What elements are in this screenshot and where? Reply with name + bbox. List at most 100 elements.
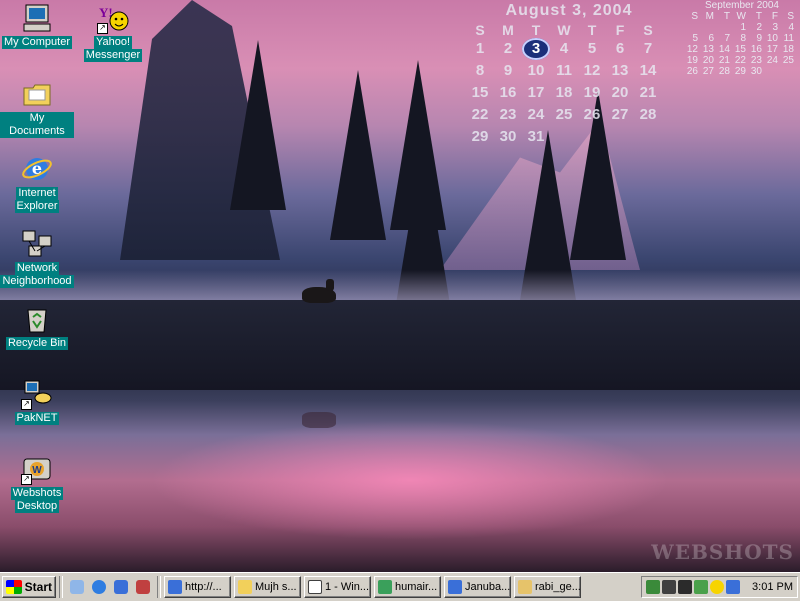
calendar-day: 13 <box>611 62 629 79</box>
desktop-icon-my-documents[interactable]: My Documents <box>0 78 74 138</box>
outlook-icon <box>114 580 128 594</box>
calendar-day: 7 <box>724 33 730 44</box>
calendar-day: 11 <box>783 33 794 44</box>
calendar-day <box>606 126 634 148</box>
calendar-week: 29 30 31 <box>466 126 672 148</box>
shortcut-arrow-icon: ↗ <box>21 399 32 410</box>
calendar-day: 2 <box>756 22 762 33</box>
desktop-background: WEBSHOTS My Computer My Documents e Inte… <box>0 0 800 572</box>
calendar-september: September 2004 S M T W T F S 1 2 3 4 5 6… <box>684 0 800 77</box>
calendar-week: 8 9 10 11 12 13 14 <box>466 60 672 82</box>
taskbar-button[interactable]: 1 - Win... <box>304 576 371 598</box>
desktop-icon-network-neighborhood[interactable]: Network Neighborhood <box>0 228 74 288</box>
calendar-day: 30 <box>750 66 762 77</box>
calendar-day <box>578 126 606 148</box>
internet-explorer-icon <box>92 580 106 594</box>
quicklaunch-outlook-icon[interactable] <box>111 577 131 597</box>
network-tray-icon[interactable] <box>646 580 661 594</box>
calendar-day: 31 <box>527 128 545 145</box>
calendar-week: 1 2 3 4 5 6 7 <box>466 38 672 60</box>
file-icon <box>518 580 532 594</box>
calendar-day: 23 <box>499 106 517 123</box>
calendar-day: 17 <box>527 84 545 101</box>
calendar-day: 15 <box>734 44 746 55</box>
calendar-day: 4 <box>559 40 569 57</box>
weekday: F <box>771 11 778 22</box>
weekday: W <box>736 11 746 22</box>
quicklaunch-desktop-icon[interactable] <box>67 577 87 597</box>
calendar-day: 27 <box>702 66 714 77</box>
weekday: S <box>787 11 794 22</box>
taskbar-button[interactable]: rabi_ge... <box>514 576 581 598</box>
recycle-bin-icon <box>21 303 53 335</box>
calendar-day: 26 <box>686 66 698 77</box>
taskbar-button-label: Mujh s... <box>255 581 297 593</box>
weekday: M <box>502 22 514 38</box>
calendar-day: 23 <box>750 55 762 66</box>
start-label: Start <box>24 580 52 594</box>
taskbar-separator <box>59 576 63 598</box>
calendar-week: 22 23 24 25 26 27 28 <box>466 104 672 126</box>
monitor-tray-icon[interactable] <box>694 580 709 594</box>
webshots-watermark: WEBSHOTS <box>651 540 794 564</box>
clock[interactable]: 3:01 PM <box>752 581 793 593</box>
taskbar-separator <box>157 576 161 598</box>
dialup-icon: ↗ <box>21 378 53 410</box>
desktop-icon-internet-explorer[interactable]: e Internet Explorer <box>0 153 74 213</box>
weekday: S <box>475 22 485 38</box>
svg-text:W: W <box>32 465 42 476</box>
calendar-day: 16 <box>499 84 517 101</box>
yahoo-smiley-icon[interactable] <box>710 580 725 594</box>
camera-icon[interactable] <box>678 580 693 594</box>
calendar-day: 17 <box>766 44 778 55</box>
calendar-week: 15 16 17 18 19 20 21 <box>466 82 672 104</box>
calendar-day: 5 <box>587 40 597 57</box>
desktop-icon-recycle-bin[interactable]: Recycle Bin <box>0 303 74 350</box>
calendar-week: 1 2 3 4 <box>684 22 800 33</box>
calendar-day: 1 <box>475 40 485 57</box>
calendar-day: 14 <box>639 62 657 79</box>
desktop-icon-my-computer[interactable]: My Computer <box>0 2 74 49</box>
app-icon <box>136 580 150 594</box>
calendar-day: 18 <box>555 84 573 101</box>
desktop-icon-webshots-desktop[interactable]: W ↗ Webshots Desktop <box>0 453 74 513</box>
calendar-day: 11 <box>556 62 572 79</box>
volume-icon[interactable] <box>662 580 677 594</box>
calendar-day: 10 <box>766 33 778 44</box>
desktop-icon-paknet[interactable]: ↗ PakNET <box>0 378 74 425</box>
user-tray-icon[interactable] <box>726 580 741 594</box>
window-icon <box>308 580 322 594</box>
taskbar-button-label: humair... <box>395 581 438 593</box>
calendar-day: 9 <box>503 62 513 79</box>
app-icon <box>378 580 392 594</box>
quicklaunch-app-icon[interactable] <box>133 577 153 597</box>
taskbar-button-label: http://... <box>185 581 222 593</box>
taskbar-button-label: Januba... <box>465 581 511 593</box>
calendar-august: August 3, 2004 S M T W T F S 1 2 3 4 5 6… <box>466 0 672 148</box>
taskbar-button[interactable]: http://... <box>164 576 231 598</box>
calendar-weekdays: S M T W T F S <box>684 11 800 22</box>
calendar-day: 30 <box>499 128 517 145</box>
calendar-day: 4 <box>788 22 794 33</box>
taskbar-button[interactable]: Januba... <box>444 576 511 598</box>
taskbar-button[interactable]: humair... <box>374 576 441 598</box>
calendar-day: 29 <box>734 66 746 77</box>
calendar-day <box>764 66 780 77</box>
quicklaunch-ie-icon[interactable] <box>89 577 109 597</box>
calendar-day: 27 <box>611 106 629 123</box>
start-button[interactable]: Start <box>2 576 56 598</box>
taskbar-button-label: 1 - Win... <box>325 581 370 593</box>
calendar-day <box>716 22 732 33</box>
calendar-day: 20 <box>702 55 714 66</box>
calendar-day: 22 <box>734 55 746 66</box>
taskbar-button[interactable]: Mujh s... <box>234 576 301 598</box>
internet-explorer-icon: e <box>21 153 53 185</box>
calendar-title: September 2004 <box>705 0 779 11</box>
calendar-day: 6 <box>708 33 714 44</box>
calendar-day: 21 <box>639 84 657 101</box>
calendar-day: 3 <box>772 22 778 33</box>
network-icon <box>21 228 53 260</box>
calendar-day: 19 <box>686 55 698 66</box>
weekday: W <box>557 22 571 38</box>
desktop-icon-yahoo-messenger[interactable]: Y! ↗ Yahoo! Messenger <box>76 2 150 62</box>
